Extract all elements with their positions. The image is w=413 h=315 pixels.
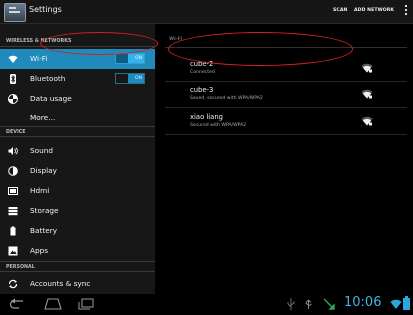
usb-icon xyxy=(287,298,295,310)
bluetooth-icon xyxy=(10,74,16,84)
sidebar-item-bluetooth[interactable]: Bluetooth ON xyxy=(0,69,155,89)
network-name: cube-3 xyxy=(190,86,214,94)
overflow-menu-icon[interactable] xyxy=(405,5,407,17)
sidebar-item-apps[interactable]: Apps xyxy=(0,241,155,261)
sidebar-item-accounts-sync[interactable]: Accounts & sync xyxy=(0,274,155,294)
wifi-toggle[interactable]: ON xyxy=(115,53,145,64)
sidebar-item-label: Display xyxy=(30,166,57,175)
add-network-button[interactable]: ADD NETWORK xyxy=(354,8,394,13)
hdmi-icon xyxy=(8,187,18,195)
settings-app-icon[interactable] xyxy=(4,3,26,22)
section-header-personal: PERSONAL xyxy=(0,261,155,272)
network-status: Secured with WPA/WPA2 xyxy=(190,123,247,128)
wifi-status-icon xyxy=(390,299,402,309)
network-row-cube-3[interactable]: cube-3 Saved, secured with WPA/WPA2 xyxy=(165,81,407,108)
network-status: Connected xyxy=(190,70,215,75)
annotation-circle-connected-network xyxy=(168,32,353,66)
back-icon[interactable] xyxy=(10,298,24,310)
system-bar: 10:06 xyxy=(0,294,413,315)
settings-sidebar: WIRELESS & NETWORKS Wi-Fi ON Bluetooth O… xyxy=(0,24,155,294)
sidebar-item-storage[interactable]: Storage xyxy=(0,201,155,221)
wifi-signal-lock-icon xyxy=(361,116,373,126)
sidebar-item-label: Apps xyxy=(30,246,49,255)
speaker-icon xyxy=(8,147,18,155)
sidebar-item-data-usage[interactable]: Data usage xyxy=(0,89,155,109)
section-header-device: DEVICE xyxy=(0,126,155,137)
display-icon xyxy=(8,166,18,176)
battery-status-icon xyxy=(403,296,410,310)
toggle-label: ON xyxy=(135,75,143,81)
sidebar-item-sound[interactable]: Sound xyxy=(0,141,155,161)
sidebar-item-more[interactable]: More… xyxy=(0,108,155,128)
sidebar-item-label: Wi-Fi xyxy=(30,54,48,63)
recent-apps-icon[interactable] xyxy=(78,298,94,310)
storage-icon xyxy=(8,207,18,216)
action-bar: Settings SCAN ADD NETWORK xyxy=(0,0,413,24)
usb-debug-icon xyxy=(305,299,312,309)
sidebar-item-display[interactable]: Display xyxy=(0,161,155,181)
sidebar-item-label: Data usage xyxy=(30,94,72,103)
sync-icon xyxy=(8,279,18,289)
data-usage-icon xyxy=(8,94,18,104)
annotation-circle-wireless xyxy=(40,32,158,55)
clock: 10:06 xyxy=(344,295,382,310)
sidebar-item-label: Bluetooth xyxy=(30,74,66,83)
network-status: Saved, secured with WPA/WPA2 xyxy=(190,96,263,101)
wifi-icon xyxy=(8,55,18,63)
download-icon xyxy=(323,298,335,310)
sidebar-item-label: More… xyxy=(30,113,56,122)
home-icon[interactable] xyxy=(44,298,62,310)
bluetooth-toggle[interactable]: ON xyxy=(115,73,145,84)
sidebar-item-label: Sound xyxy=(30,146,53,155)
sidebar-item-hdmi[interactable]: Hdmi xyxy=(0,181,155,201)
wifi-signal-icon xyxy=(361,63,373,73)
network-row-xiao-liang[interactable]: xiao liang Secured with WPA/WPA2 xyxy=(165,108,407,135)
app-title: Settings xyxy=(29,5,62,14)
sidebar-item-label: Accounts & sync xyxy=(30,279,91,288)
sidebar-item-battery[interactable]: Battery xyxy=(0,221,155,241)
wifi-signal-lock-icon xyxy=(361,89,373,99)
sidebar-item-label: Battery xyxy=(30,226,58,235)
apps-icon xyxy=(8,246,18,256)
network-name: xiao liang xyxy=(190,113,223,121)
sidebar-item-label: Hdmi xyxy=(30,186,50,195)
scan-button[interactable]: SCAN xyxy=(333,8,347,13)
sidebar-item-label: Storage xyxy=(30,206,59,215)
toggle-label: ON xyxy=(135,55,143,61)
battery-icon xyxy=(10,226,16,236)
